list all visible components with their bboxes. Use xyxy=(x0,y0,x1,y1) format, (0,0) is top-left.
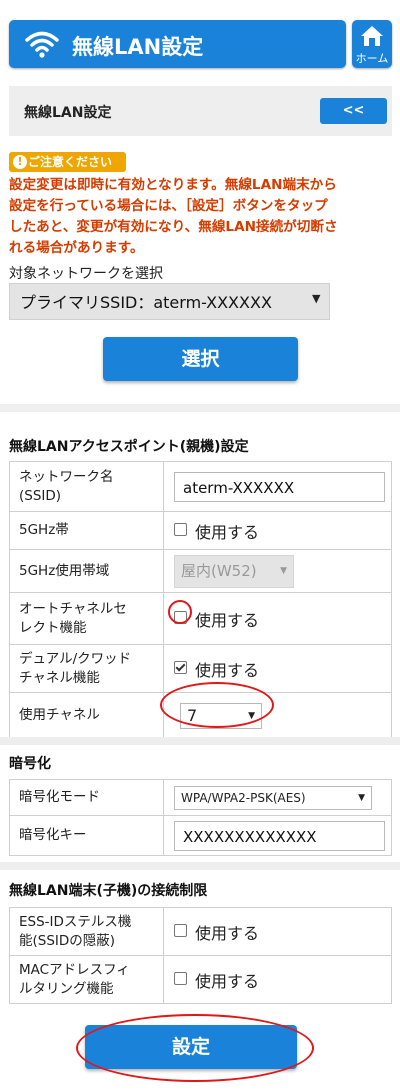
band5-range-value: 屋内(W52) xyxy=(181,561,257,580)
band5-range-select[interactable]: 屋内(W52) ▼ xyxy=(174,554,294,588)
auto-channel-label: オートチャネルセ レクト機能 xyxy=(9,592,164,645)
alert-icon: ! xyxy=(13,155,27,169)
home-icon xyxy=(361,26,383,46)
table-row: オートチャネルセ レクト機能 使用する xyxy=(9,592,392,645)
table-row: 暗号化モード WPA/WPA2-PSK(AES) ▼ xyxy=(9,779,392,816)
highlight-circle xyxy=(168,600,192,624)
warning-line: 設定を行っている場合には、［設定］ボタンをタップ xyxy=(9,198,328,214)
label-line: デュアル/クワッド xyxy=(19,650,132,667)
dropdown-arrow-icon: ▼ xyxy=(358,792,365,803)
mac-filter-checkbox[interactable] xyxy=(174,972,187,985)
warning-line: 設定変更は即時に有効となります。無線LAN端末から xyxy=(9,177,337,193)
label-line: レクト機能 xyxy=(19,619,87,636)
encryption-mode-label: 暗号化モード xyxy=(9,779,164,816)
label-line: (SSID) xyxy=(19,487,62,504)
label-line: MACアドレスフィ xyxy=(19,961,130,978)
ssid-cell: aterm-XXXXXX xyxy=(163,461,392,512)
stealth-checkbox[interactable] xyxy=(174,924,187,937)
stealth-check-label: 使用する xyxy=(195,923,260,943)
table-row: MACアドレスフィ ルタリング機能 使用する xyxy=(9,955,392,1004)
table-row: 5GHz帯 使用する xyxy=(9,511,392,550)
dual-channel-check-label: 使用する xyxy=(195,660,260,680)
encryption-key-cell: XXXXXXXXXXXXX xyxy=(163,815,392,856)
encryption-key-input[interactable]: XXXXXXXXXXXXX xyxy=(174,820,385,851)
divider xyxy=(0,404,400,412)
label-line: 能(SSIDの隠蔽) xyxy=(19,932,116,949)
band5-check-label: 使用する xyxy=(195,522,260,542)
band5-checkbox[interactable] xyxy=(174,523,187,536)
table-row: 暗号化キー XXXXXXXXXXXXX xyxy=(9,815,392,856)
back-button[interactable]: << xyxy=(320,98,387,124)
home-label: ホーム xyxy=(355,52,389,65)
auto-channel-cell: 使用する xyxy=(163,592,392,645)
dropdown-arrow-icon: ▼ xyxy=(312,292,321,305)
ssid-input[interactable]: aterm-XXXXXX xyxy=(174,471,385,502)
restriction-title: 無線LAN端末(子機)の接続制限 xyxy=(9,883,208,899)
auto-channel-check-label: 使用する xyxy=(195,610,260,630)
select-button[interactable]: 選択 xyxy=(103,337,298,381)
access-point-title: 無線LANアクセスポイント(親機)設定 xyxy=(9,439,249,455)
band5-cell: 使用する xyxy=(163,511,392,550)
encryption-mode-value: WPA/WPA2-PSK(AES) xyxy=(181,790,306,805)
encryption-key-label: 暗号化キー xyxy=(9,815,164,856)
network-select-label: 対象ネットワークを選択 xyxy=(9,266,163,282)
label-line: オートチャネルセ xyxy=(19,600,127,617)
highlight-circle xyxy=(76,1014,314,1082)
ssid-label: ネットワーク名 (SSID) xyxy=(9,461,164,512)
band5-range-label: 5GHz使用帯域 xyxy=(9,549,164,593)
mac-filter-check-label: 使用する xyxy=(195,971,260,991)
label-line: チャネル機能 xyxy=(19,669,100,686)
restriction-table: ESS-IDステルス機 能(SSIDの隠蔽) 使用する MACアドレスフィ ルタ… xyxy=(9,907,392,1004)
dual-channel-label: デュアル/クワッド チャネル機能 xyxy=(9,644,164,693)
network-select-value: プライマリSSID：aterm-XXXXXX xyxy=(20,293,272,312)
warning-line: したあと、変更が有効になり、無線LAN接続が切断さ xyxy=(9,219,338,235)
divider xyxy=(0,737,400,745)
band5-range-cell: 屋内(W52) ▼ xyxy=(163,549,392,593)
table-row: ESS-IDステルス機 能(SSIDの隠蔽) 使用する xyxy=(9,907,392,956)
label-line: ESS-IDステルス機 xyxy=(19,913,132,930)
dual-channel-checkbox[interactable] xyxy=(174,661,187,674)
encryption-mode-cell: WPA/WPA2-PSK(AES) ▼ xyxy=(163,779,392,816)
wifi-icon xyxy=(25,31,59,58)
mac-filter-label: MACアドレスフィ ルタリング機能 xyxy=(9,955,164,1004)
encryption-title: 暗号化 xyxy=(9,756,51,772)
warning-line: れる場合があります。 xyxy=(9,240,144,256)
channel-label: 使用チャネル xyxy=(9,692,164,739)
divider xyxy=(0,862,400,870)
label-line: ルタリング機能 xyxy=(19,980,114,997)
section-heading: 無線LAN設定 xyxy=(24,105,112,121)
stealth-label: ESS-IDステルス機 能(SSIDの隠蔽) xyxy=(9,907,164,956)
notice-badge-label: ご注意ください xyxy=(28,155,113,169)
encryption-table: 暗号化モード WPA/WPA2-PSK(AES) ▼ 暗号化キー XXXXXXXX… xyxy=(9,779,392,856)
encryption-mode-select[interactable]: WPA/WPA2-PSK(AES) ▼ xyxy=(174,785,372,810)
dropdown-arrow-icon: ▼ xyxy=(280,565,287,576)
table-row: ネットワーク名 (SSID) aterm-XXXXXX xyxy=(9,461,392,512)
mac-filter-cell: 使用する xyxy=(163,955,392,1004)
warning-text: 設定変更は即時に有効となります。無線LAN端末から 設定を行っている場合には、［… xyxy=(9,175,394,259)
stealth-cell: 使用する xyxy=(163,907,392,956)
label-line: ネットワーク名 xyxy=(19,468,114,485)
table-row: 5GHz使用帯域 屋内(W52) ▼ xyxy=(9,549,392,593)
highlight-circle xyxy=(160,682,274,728)
band5-label: 5GHz帯 xyxy=(9,511,164,550)
page-title: 無線LAN設定 xyxy=(72,35,204,59)
